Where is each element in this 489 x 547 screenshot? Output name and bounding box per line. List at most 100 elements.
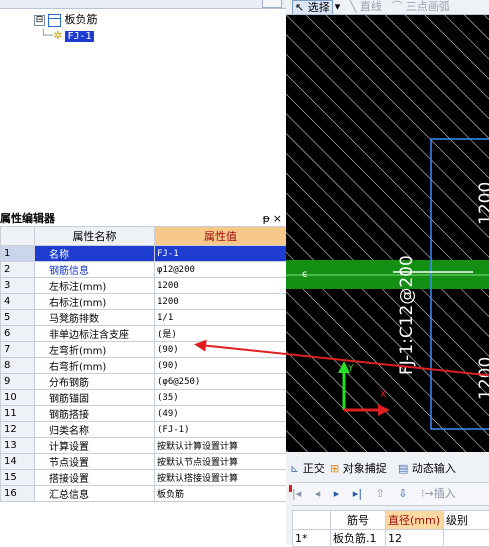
property-value[interactable]: 按默认计算设置计算 bbox=[155, 438, 287, 454]
row-number: 16 bbox=[1, 486, 35, 502]
property-name: 节点设置 bbox=[35, 454, 155, 470]
tree-branch-line: └─ bbox=[40, 29, 53, 42]
property-row[interactable]: 10钢筋锚固(35) bbox=[1, 390, 287, 406]
draw-toolbar: ↖ 选择▾ ╲ 直线 ⌒ 三点画弧 bbox=[286, 0, 489, 15]
drawing-canvas[interactable]: ϵ FJ-1:C12@200 1200 1200 X Y bbox=[286, 15, 489, 452]
row-number: 7 bbox=[1, 342, 35, 358]
property-name: 计算设置 bbox=[35, 438, 155, 454]
slab-hatch bbox=[286, 15, 489, 452]
property-value[interactable]: (35) bbox=[155, 390, 287, 406]
record-navigator: |◂ ◂ ▸ ▸| ⇧ ⇩ ⁝→插入 bbox=[292, 482, 489, 506]
property-value[interactable]: 1200 bbox=[155, 294, 287, 310]
property-row[interactable]: 13计算设置按默认计算设置计算 bbox=[1, 438, 287, 454]
snap-icon: ⊞ bbox=[330, 462, 339, 475]
property-name: 归类名称 bbox=[35, 422, 155, 438]
property-row[interactable]: 15搭接设置按默认搭接设置计算 bbox=[1, 470, 287, 486]
bottom-panel: ⊾ 正交 ⊞ 对象捕捉 ▤ 动态输入 ■ |◂ ◂ ▸ ▸| ⇧ ⇩ ⁝→插入 … bbox=[286, 452, 489, 544]
property-name: 左弯折(mm) bbox=[35, 342, 155, 358]
property-name: 右标注(mm) bbox=[35, 294, 155, 310]
arc-tool-button[interactable]: ⌒ 三点画弧 bbox=[391, 0, 450, 14]
rebar-detail-table: 筋号 直径(mm) 级别 1* 板负筋.1 12 bbox=[292, 510, 489, 547]
property-row[interactable]: 6非单边标注含支座(是) bbox=[1, 326, 287, 342]
property-value[interactable]: (49) bbox=[155, 406, 287, 422]
rebar-table-header-diameter: 直径(mm) bbox=[386, 511, 444, 530]
property-value-header: 属性值 bbox=[155, 227, 287, 246]
property-row[interactable]: 2钢筋信息φ12@200 bbox=[1, 262, 287, 278]
svg-text:Y: Y bbox=[347, 364, 354, 374]
row-number: 1 bbox=[1, 246, 35, 262]
property-name: 搭接设置 bbox=[35, 470, 155, 486]
property-row[interactable]: 9分布钢筋(φ6@250) bbox=[1, 374, 287, 390]
property-value[interactable]: 1/1 bbox=[155, 310, 287, 326]
property-row[interactable]: 16汇总信息板负筋 bbox=[1, 486, 287, 502]
move-up-icon[interactable]: ⇧ bbox=[376, 487, 385, 500]
property-name: 钢筋搭接 bbox=[35, 406, 155, 422]
property-row[interactable]: 3左标注(mm)1200 bbox=[1, 278, 287, 294]
move-down-icon[interactable]: ⇩ bbox=[398, 487, 407, 500]
property-name: 钢筋信息 bbox=[35, 262, 155, 278]
row-number: 9 bbox=[1, 374, 35, 390]
collapse-toggle-icon[interactable]: ⊟ bbox=[34, 15, 45, 26]
insert-label: 插入 bbox=[434, 487, 456, 500]
rebar-table-header-index bbox=[293, 511, 331, 530]
property-value[interactable]: (90) bbox=[155, 342, 287, 358]
dynamic-input-toggle[interactable]: ▤ 动态输入 bbox=[398, 460, 456, 478]
dimension-label-lower: 1200 bbox=[476, 357, 489, 400]
row-number: 13 bbox=[1, 438, 35, 454]
row-number: 3 bbox=[1, 278, 35, 294]
row-number: 10 bbox=[1, 390, 35, 406]
next-record-icon[interactable]: ▸ bbox=[334, 487, 340, 500]
prev-record-icon[interactable]: ◂ bbox=[315, 487, 321, 500]
property-name: 非单边标注含支座 bbox=[35, 326, 155, 342]
tree-node-fj1[interactable]: └─✲FJ-1 bbox=[40, 28, 94, 44]
select-label: 选择 bbox=[308, 1, 330, 14]
insert-button[interactable]: ⁝→插入 bbox=[421, 487, 466, 500]
row-number: 11 bbox=[1, 406, 35, 422]
annotation-arrow-head bbox=[193, 338, 206, 351]
tree-root-label: 板负筋 bbox=[65, 13, 98, 26]
property-value[interactable]: φ12@200 bbox=[155, 262, 287, 278]
pin-icon[interactable]: ᵽ bbox=[263, 212, 270, 225]
property-value[interactable]: (FJ-1) bbox=[155, 422, 287, 438]
property-name-header: 属性名称 bbox=[35, 227, 155, 246]
property-row[interactable]: 1名称FJ-1 bbox=[1, 246, 287, 262]
last-record-icon[interactable]: ▸| bbox=[353, 487, 362, 500]
property-row[interactable]: 12归类名称(FJ-1) bbox=[1, 422, 287, 438]
tree-child-label: FJ-1 bbox=[65, 31, 93, 42]
row-number: 8 bbox=[1, 358, 35, 374]
select-dropdown-caret[interactable]: ▾ bbox=[335, 0, 341, 14]
close-icon[interactable]: × bbox=[273, 212, 282, 225]
property-row[interactable]: 8右弯折(mm)(90) bbox=[1, 358, 287, 374]
ortho-toggle[interactable]: ⊾ 正交 bbox=[290, 460, 325, 478]
line-label: 直线 bbox=[360, 0, 382, 13]
property-value[interactable]: (是) bbox=[155, 326, 287, 342]
property-name: 右弯折(mm) bbox=[35, 358, 155, 374]
property-value[interactable]: 按默认节点设置计算 bbox=[155, 454, 287, 470]
property-value[interactable]: 1200 bbox=[155, 278, 287, 294]
rebar-table-header-number: 筋号 bbox=[331, 511, 386, 530]
dynamic-input-icon: ▤ bbox=[398, 462, 408, 475]
property-name: 汇总信息 bbox=[35, 486, 155, 502]
rebar-annotation-label: FJ-1:C12@200 bbox=[397, 255, 417, 375]
select-tool-button[interactable]: ↖ 选择 bbox=[292, 0, 333, 15]
first-record-icon[interactable]: |◂ bbox=[292, 487, 301, 500]
tree-node-root[interactable]: ⊟ 板负筋 bbox=[34, 12, 98, 28]
tree-toolbar-button[interactable] bbox=[262, 0, 282, 8]
property-row[interactable]: 4右标注(mm)1200 bbox=[1, 294, 287, 310]
snap-toggle[interactable]: ⊞ 对象捕捉 bbox=[330, 460, 387, 478]
component-tree: ⊟ 板负筋 └─✲FJ-1 bbox=[0, 10, 286, 210]
property-row[interactable]: 5马凳筋排数1/1 bbox=[1, 310, 287, 326]
property-row[interactable]: 11钢筋搭接(49) bbox=[1, 406, 287, 422]
dynamic-input-label: 动态输入 bbox=[412, 462, 456, 475]
property-value[interactable]: FJ-1 bbox=[155, 246, 287, 262]
property-value[interactable]: 按默认搭接设置计算 bbox=[155, 470, 287, 486]
property-value[interactable]: 板负筋 bbox=[155, 486, 287, 502]
row-number: 15 bbox=[1, 470, 35, 486]
line-tool-button[interactable]: ╲ 直线 bbox=[350, 0, 382, 14]
arc-icon: ⌒ bbox=[391, 0, 402, 13]
property-row[interactable]: 14节点设置按默认节点设置计算 bbox=[1, 454, 287, 470]
rebar-table-header-grade: 级别 bbox=[444, 511, 489, 530]
property-value[interactable]: (90) bbox=[155, 358, 287, 374]
property-value[interactable]: (φ6@250) bbox=[155, 374, 287, 390]
property-editor-title-bar: 属性编辑器 ᵽ × bbox=[0, 212, 286, 225]
